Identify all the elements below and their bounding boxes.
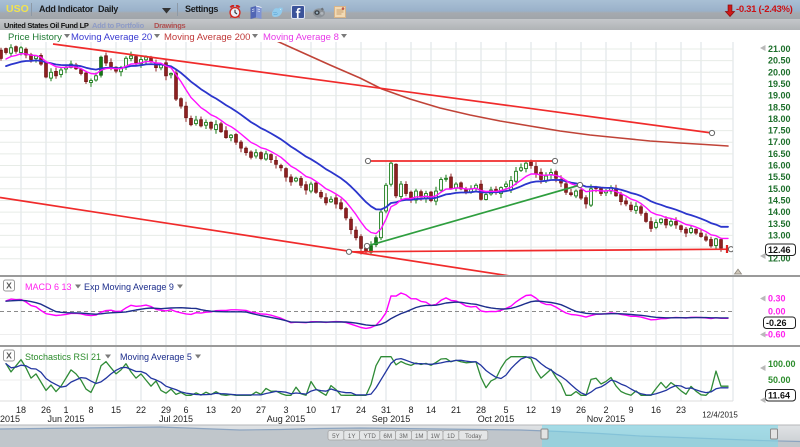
svg-text:15.50: 15.50 (768, 172, 791, 182)
svg-text:14.50: 14.50 (768, 195, 791, 205)
svg-text:20.00: 20.00 (768, 67, 791, 77)
svg-text:0.00: 0.00 (768, 307, 786, 317)
svg-text:-0.26: -0.26 (766, 318, 787, 328)
svg-text:11.64: 11.64 (768, 391, 790, 401)
svg-text:5Y: 5Y (332, 433, 340, 440)
svg-text:10: 10 (306, 405, 316, 415)
svg-text:21: 21 (451, 405, 461, 415)
svg-text:18.00: 18.00 (768, 114, 791, 124)
svg-text:X: X (6, 281, 12, 291)
svg-text:1Y: 1Y (348, 433, 356, 440)
svg-text:27: 27 (256, 405, 266, 415)
svg-text:14: 14 (426, 405, 436, 415)
svg-text:1D: 1D (447, 433, 455, 440)
svg-text:Sep 2015: Sep 2015 (372, 414, 411, 424)
svg-text:17: 17 (331, 405, 341, 415)
svg-text:Price History: Price History (8, 32, 62, 43)
svg-text:Today: Today (465, 433, 482, 440)
svg-text:15.00: 15.00 (768, 184, 791, 194)
svg-text:14.00: 14.00 (768, 207, 791, 217)
svg-text:9: 9 (628, 405, 633, 415)
svg-text:Jun 2015: Jun 2015 (47, 414, 84, 424)
svg-text:2015: 2015 (0, 414, 20, 424)
svg-text:100.00: 100.00 (768, 359, 796, 369)
svg-text:24: 24 (356, 405, 366, 415)
svg-text:26: 26 (576, 405, 586, 415)
svg-text:16.50: 16.50 (768, 149, 791, 159)
svg-text:19.50: 19.50 (768, 79, 791, 89)
svg-text:Jul 2015: Jul 2015 (159, 414, 193, 424)
svg-text:-0.60: -0.60 (765, 330, 786, 340)
svg-text:13.00: 13.00 (768, 230, 791, 240)
svg-text:50.00: 50.00 (768, 375, 791, 385)
svg-text:16.00: 16.00 (768, 161, 791, 171)
svg-text:20.50: 20.50 (768, 56, 791, 66)
svg-text:12.46: 12.46 (768, 245, 791, 255)
svg-text:1W: 1W (430, 433, 439, 440)
svg-text:15: 15 (111, 405, 121, 415)
svg-text:18.50: 18.50 (768, 102, 791, 112)
svg-text:Aug 2015: Aug 2015 (267, 414, 306, 424)
svg-text:16: 16 (651, 405, 661, 415)
svg-text:22: 22 (136, 405, 146, 415)
svg-text:13: 13 (206, 405, 216, 415)
svg-text:Moving Average 8: Moving Average 8 (263, 32, 339, 43)
svg-text:19: 19 (551, 405, 561, 415)
svg-text:Oct 2015: Oct 2015 (478, 414, 515, 424)
svg-text:1M: 1M (415, 433, 424, 440)
svg-text:6M: 6M (383, 433, 392, 440)
svg-text:8: 8 (88, 405, 93, 415)
svg-text:12/4/2015: 12/4/2015 (702, 411, 738, 420)
svg-text:Exp Moving Average 9: Exp Moving Average 9 (84, 282, 174, 292)
svg-text:3M: 3M (399, 433, 408, 440)
svg-text:13.50: 13.50 (768, 219, 791, 229)
svg-text:20: 20 (231, 405, 241, 415)
svg-text:Moving Average 200: Moving Average 200 (164, 32, 250, 43)
svg-text:Stochastics RSI 21: Stochastics RSI 21 (25, 352, 101, 362)
svg-text:21.00: 21.00 (768, 44, 791, 54)
svg-text:23: 23 (676, 405, 686, 415)
svg-text:Moving Average 5: Moving Average 5 (120, 352, 192, 362)
svg-text:19.00: 19.00 (768, 91, 791, 101)
svg-text:17.00: 17.00 (768, 137, 791, 147)
svg-text:17.50: 17.50 (768, 126, 791, 136)
svg-text:MACD 6 13: MACD 6 13 (25, 282, 72, 292)
svg-text:12: 12 (526, 405, 536, 415)
svg-text:Nov 2015: Nov 2015 (587, 414, 626, 424)
svg-text:0.30: 0.30 (768, 294, 786, 304)
svg-text:X: X (6, 351, 12, 361)
svg-text:YTD: YTD (364, 433, 377, 440)
svg-text:Moving Average 20: Moving Average 20 (71, 32, 152, 43)
